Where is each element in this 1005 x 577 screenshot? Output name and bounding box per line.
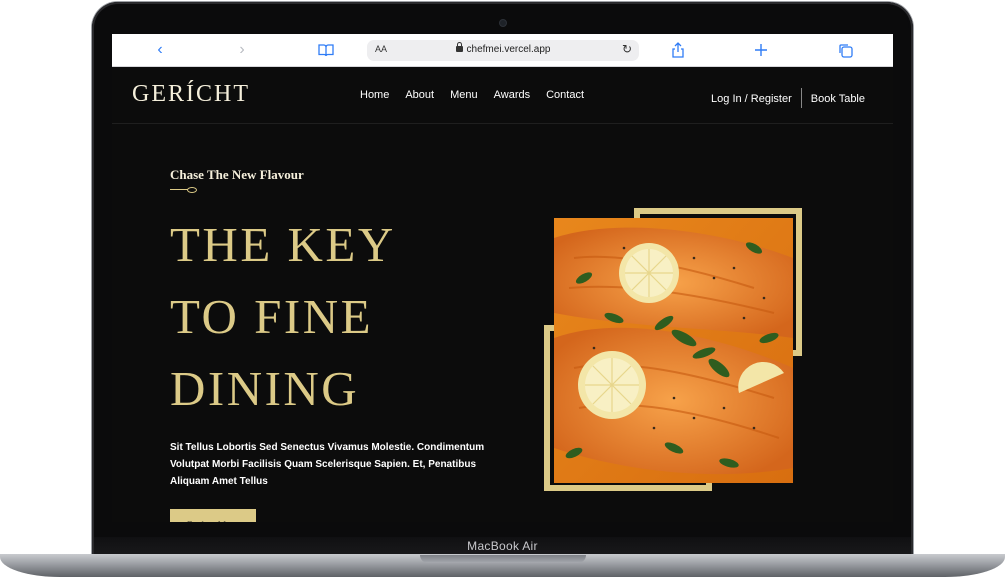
spoon-icon [170,187,198,193]
book-table-link[interactable]: Book Table [811,93,865,105]
nav-actions: Log In / Register Book Table [711,88,865,109]
navbar: GERÍCHT Home About Menu Awards Contact L… [112,67,893,124]
device-model-label: MacBook Air [467,539,538,553]
nav-link-home[interactable]: Home [360,89,389,101]
nav-link-menu[interactable]: Menu [450,89,478,101]
screen: ‹ › AA chefmei.vercel.app ↻ GERÍCHT Home… [112,34,893,522]
camera-icon [499,19,507,27]
nav-menu: Home About Menu Awards Contact [360,89,600,101]
hero-food-image [554,218,793,483]
headline-line-3: DINING [170,361,360,416]
site-logo[interactable]: GERÍCHT [132,81,250,108]
headline-line-2: TO FINE [170,289,374,344]
explore-menu-button[interactable]: Explore Menu [170,509,256,522]
headline-line-1: THE KEY [170,217,396,272]
address-bar[interactable]: AA chefmei.vercel.app ↻ [367,40,639,61]
bookmarks-icon[interactable] [316,40,336,60]
hero-subtitle: Chase The New Flavour [170,167,304,182]
nav-link-contact[interactable]: Contact [546,89,584,101]
login-register-link[interactable]: Log In / Register [711,93,792,105]
lock-icon [455,42,463,52]
browser-toolbar: ‹ › AA chefmei.vercel.app ↻ [112,34,893,67]
hero-headline: THE KEY TO FINE DINING [170,209,396,425]
forward-icon[interactable]: › [232,40,252,60]
back-icon[interactable]: ‹ [150,40,170,60]
nav-link-about[interactable]: About [405,89,434,101]
url-text: chefmei.vercel.app [466,44,551,55]
tabs-icon[interactable] [835,40,855,60]
new-tab-icon[interactable] [751,40,771,60]
reload-icon[interactable]: ↻ [622,42,632,56]
share-icon[interactable] [668,40,688,60]
laptop-base-notch [420,555,586,563]
nav-link-awards[interactable]: Awards [494,89,530,101]
nav-divider [800,88,802,108]
website: GERÍCHT Home About Menu Awards Contact L… [112,67,893,522]
hero-description: Sit Tellus Lobortis Sed Senectus Vivamus… [170,442,485,487]
